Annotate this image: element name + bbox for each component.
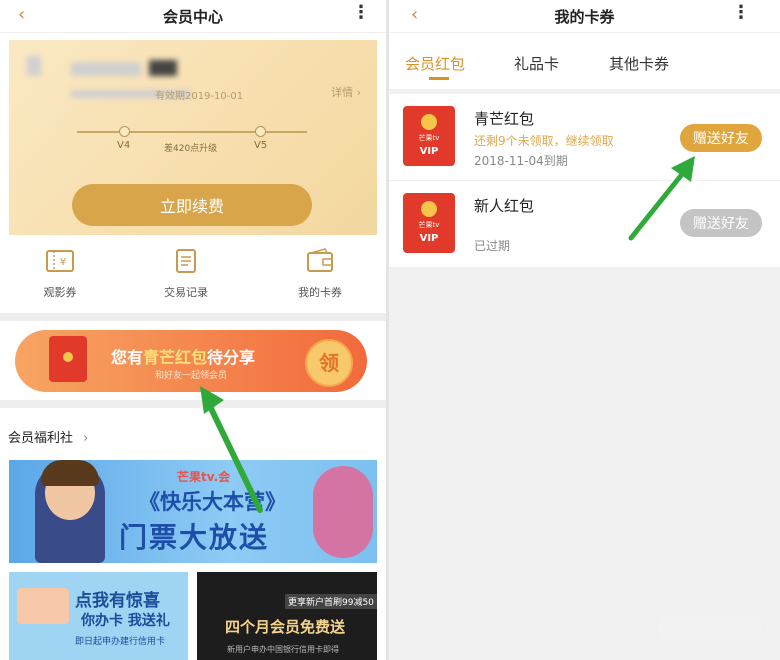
expiry-date: 2018-11-04到期 [474, 154, 568, 168]
share-red-packet-banner[interactable]: 您有青芒红包待分享 和好友一起领会员 领 [15, 330, 367, 392]
blurred-username [71, 62, 141, 76]
vip-badge: VIP [419, 233, 439, 244]
vip-badge: VIP [419, 146, 439, 157]
send-to-friend-button[interactable]: 赠送好友 [680, 124, 762, 152]
coupon-title: 青芒红包 [474, 110, 535, 128]
remaining-text[interactable]: 还剩9个未领取，继续领取 [474, 132, 614, 149]
banner-title: 您有青芒红包待分享 [111, 348, 256, 367]
coin-icon [421, 114, 437, 130]
tab-member-red-packets[interactable]: 会员红包 [405, 53, 465, 74]
promo-headline: 点我有惊喜 [75, 591, 160, 611]
svg-text:¥: ¥ [60, 257, 66, 268]
promo-headline: 四个月会员免费送 [225, 618, 346, 636]
coupon-title: 新人红包 [474, 197, 535, 215]
my-coupons-navbar: ‹ 我的卡券 ⋮ [389, 0, 780, 33]
credit-card-image [17, 588, 69, 624]
my-coupons-screen: ‹ 我的卡券 ⋮ 会员红包 礼品卡 其他卡券 芒果tv VIP 青芒红包 还剩9… [389, 0, 780, 660]
red-packet-thumbnail: 芒果tv VIP [403, 106, 455, 166]
welfare-title: 会员福利社 [8, 431, 74, 446]
next-level-label: V5 [254, 140, 268, 151]
coin-icon [421, 201, 437, 217]
quick-link-label: 我的卡券 [298, 286, 342, 299]
red-packet-icon [49, 336, 87, 382]
current-level-label: V4 [117, 140, 131, 151]
promo-detail: 即日起申办建行信用卡 [75, 637, 166, 647]
expired-status: 已过期 [474, 239, 511, 253]
active-tab-indicator [429, 77, 449, 80]
quick-link-transactions[interactable]: 交易记录 [146, 248, 226, 300]
promo-detail: 新用户申办中国银行信用卡即得 [227, 645, 339, 654]
red-packet-thumbnail: 芒果tv VIP [403, 193, 455, 253]
promo-subheadline: 你办卡 我送礼 [81, 613, 170, 629]
quick-link-label: 交易记录 [164, 286, 208, 299]
claim-button[interactable]: 领 [305, 339, 353, 387]
list-item[interactable]: 芒果tv VIP 新人红包 已过期 赠送好友 [389, 181, 780, 268]
validity-text: 有效期2019-10-01 [155, 91, 244, 102]
receipt-icon [176, 249, 196, 273]
host-hair [41, 460, 99, 486]
promo-boc-credit-card[interactable]: 更享新户首刷99减50 四个月会员免费送 新用户申办中国银行信用卡即得 [197, 572, 377, 660]
blurred-watermark [660, 616, 760, 640]
member-center-navbar: ‹ 会员中心 ⋮ [0, 0, 386, 33]
promo-subheadline: 门票大放送 [119, 521, 270, 554]
level-progress-bar [77, 131, 307, 133]
level-dot-current [119, 126, 130, 137]
tab-gift-cards[interactable]: 礼品卡 [514, 53, 559, 74]
promo-headline: 《快乐大本营》 [139, 490, 286, 514]
quick-link-movie-tickets[interactable]: ¥ 观影券 [20, 248, 100, 300]
more-options-icon[interactable]: ⋮ [352, 2, 370, 23]
list-item[interactable]: 芒果tv VIP 青芒红包 还剩9个未领取，继续领取 2018-11-04到期 … [389, 94, 780, 181]
renew-button[interactable]: 立即续费 [72, 184, 312, 226]
page-title: 我的卡券 [554, 8, 615, 26]
send-to-friend-button-disabled: 赠送好友 [680, 209, 762, 237]
chevron-right-icon: › [83, 431, 89, 446]
page-title: 会员中心 [162, 8, 223, 26]
brand-label: 芒果tv [418, 221, 440, 229]
details-link[interactable]: 详情 › [331, 84, 361, 100]
coupon-tabs: 会员红包 礼品卡 其他卡券 [389, 33, 780, 89]
wallet-icon [307, 248, 333, 272]
mgtv-logo: 芒果tv.会 [177, 470, 231, 484]
member-center-screen: ‹ 会员中心 ⋮ 有效期2019-10-01 详情 › V4 差420点升级 V… [0, 0, 386, 660]
promo-ccb-credit-card[interactable]: 点我有惊喜 你办卡 我送礼 即日起申办建行信用卡 [9, 572, 188, 660]
ticket-icon: ¥ [46, 250, 74, 272]
member-welfare-link[interactable]: 会员福利社 › [8, 427, 88, 446]
banner-subtitle: 和好友一起领会员 [155, 371, 228, 381]
level-dot-next [255, 126, 266, 137]
tab-other-coupons[interactable]: 其他卡券 [609, 53, 669, 74]
section-divider [0, 313, 386, 321]
more-options-icon[interactable]: ⋮ [732, 2, 750, 23]
blurred-badge [149, 60, 177, 76]
quick-link-label: 观影券 [43, 286, 77, 299]
quick-link-my-coupons[interactable]: 我的卡券 [280, 248, 360, 300]
promo-tag: 更享新户首刷99减50 [285, 594, 377, 609]
points-gap-label: 差420点升级 [164, 144, 218, 154]
section-divider [0, 400, 386, 408]
decorative-shape [313, 466, 373, 558]
coupon-list: 芒果tv VIP 青芒红包 还剩9个未领取，继续领取 2018-11-04到期 … [389, 94, 780, 268]
banner-highlight: 青芒红包 [143, 348, 208, 367]
brand-label: 芒果tv [418, 134, 440, 142]
promo-happy-camp-tickets[interactable]: 芒果tv.会 《快乐大本营》 门票大放送 [9, 460, 377, 563]
blurred-avatar [27, 56, 41, 76]
